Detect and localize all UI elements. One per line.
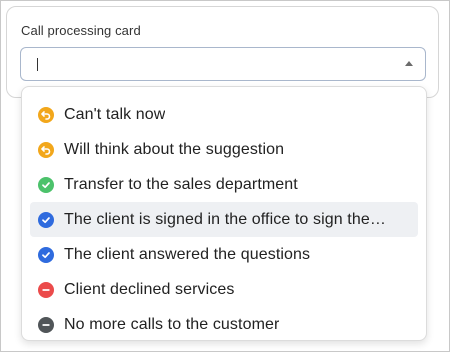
check-icon [38,211,54,228]
option-label: No more calls to the customer [64,315,280,333]
option-label: Will think about the suggestion [64,140,285,158]
undo-icon [38,106,54,123]
call-result-select[interactable] [20,47,426,81]
call-processing-card: Call processing card [6,6,439,98]
option-label: Can't talk now [64,105,166,123]
text-caret [37,58,38,71]
option-label: The client answered the questions [64,245,311,263]
minus-icon [38,316,54,333]
option-label: Client declined services [64,280,235,298]
field-label: Call processing card [21,23,141,38]
option-no-more-calls[interactable]: No more calls to the customer [22,307,426,340]
undo-icon [38,141,54,158]
minus-icon [38,281,54,298]
option-client-signed-office[interactable]: The client is signed in the office to si… [30,202,418,237]
option-label: The client is signed in the office to si… [64,210,386,228]
chevron-up-icon[interactable] [405,61,413,66]
check-icon [38,176,54,193]
option-transfer-sales[interactable]: Transfer to the sales department [22,167,426,202]
option-client-answered[interactable]: The client answered the questions [22,237,426,272]
option-label: Transfer to the sales department [64,175,298,193]
option-client-declined[interactable]: Client declined services [22,272,426,307]
option-will-think[interactable]: Will think about the suggestion [22,132,426,167]
window-frame: Call processing card Can't talk now Will… [0,0,450,352]
options-dropdown: Can't talk now Will think about the sugg… [21,86,427,341]
check-icon [38,246,54,263]
option-cant-talk-now[interactable]: Can't talk now [22,97,426,132]
